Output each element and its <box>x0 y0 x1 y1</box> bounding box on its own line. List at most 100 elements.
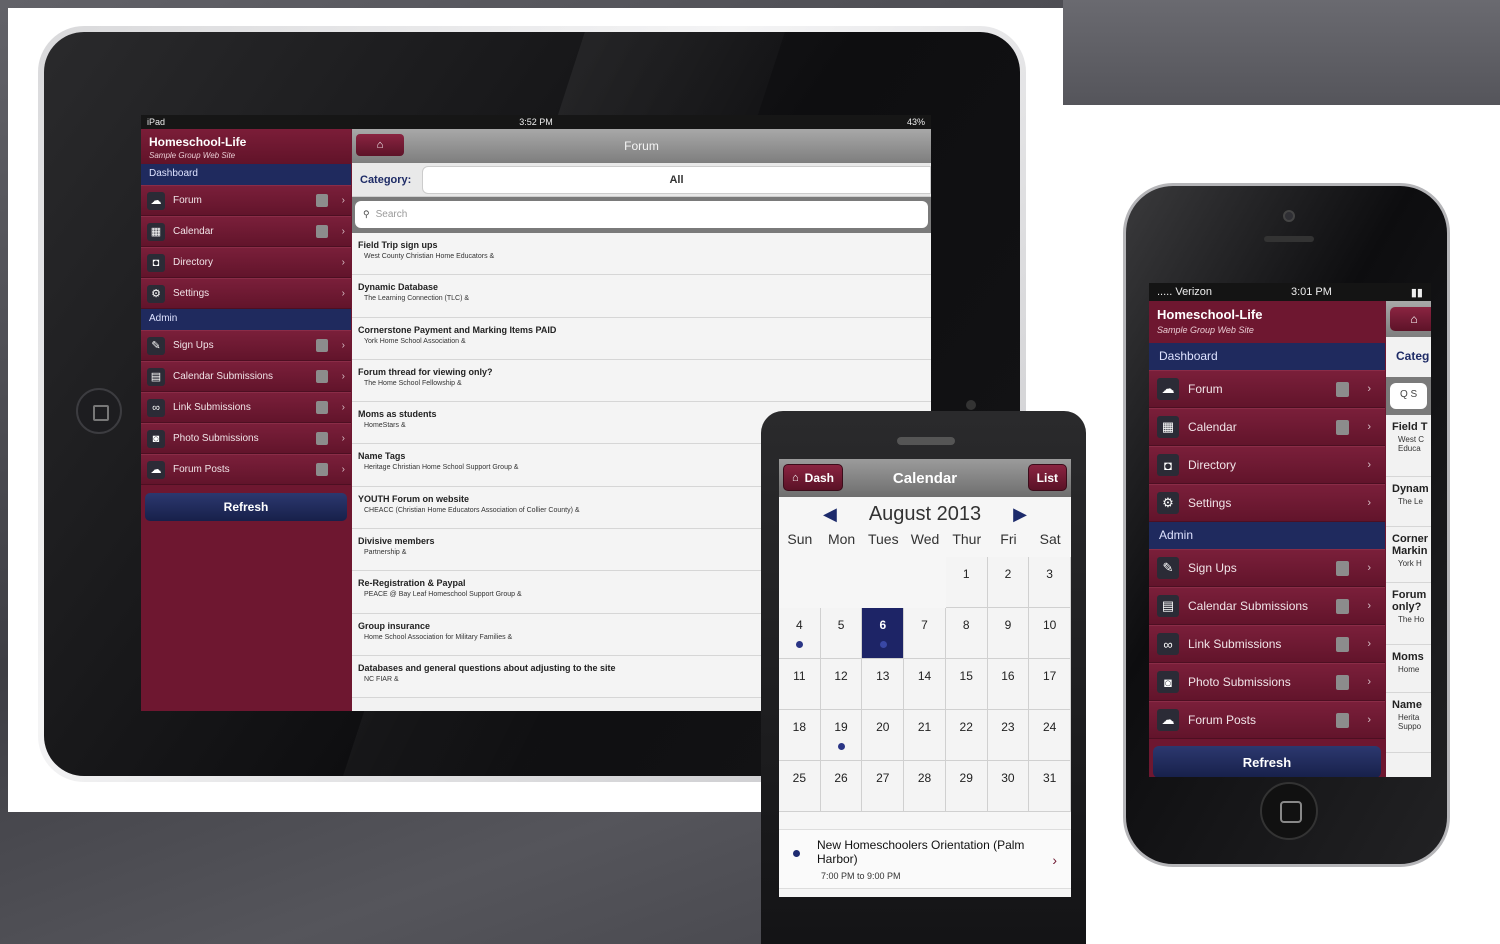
calendar-day-6[interactable]: 6 <box>862 608 905 659</box>
forum-thread-item[interactable]: Dynam The Le <box>1386 477 1431 527</box>
calendar-day-11[interactable]: 11 <box>779 659 821 710</box>
search-input[interactable]: Q S <box>1390 383 1427 409</box>
event-dot-icon <box>838 743 846 750</box>
sidebar-item-label: Settings <box>173 288 210 299</box>
next-month-icon[interactable]: ▶ <box>1013 504 1027 525</box>
calendar-day-29[interactable]: 29 <box>945 761 988 812</box>
day-number: 9 <box>1004 618 1012 632</box>
count-badge <box>315 339 328 352</box>
calendar-day-17[interactable]: 17 <box>1029 659 1071 710</box>
calendar-day-15[interactable]: 15 <box>945 659 988 710</box>
app-subtitle: Sample Group Web Site <box>1157 325 1254 335</box>
calendar-day-28[interactable]: 28 <box>904 761 946 812</box>
prev-month-icon[interactable]: ◀ <box>823 504 837 525</box>
forum-thread-item[interactable]: Forum thread for viewing only? The Home S… <box>352 359 931 403</box>
sidebar-item-photo-submissions[interactable]: ◙ Photo Submissions › <box>1149 663 1385 701</box>
sidebar-item-directory[interactable]: ◘ Directory › <box>141 247 351 278</box>
count-badge <box>1336 712 1350 728</box>
weekday-label: Fri <box>1000 531 1017 547</box>
calendar-day-8[interactable]: 8 <box>945 608 988 659</box>
search-input[interactable]: ⚲ Search <box>355 201 928 228</box>
calendar-day-10[interactable]: 10 <box>1029 608 1071 659</box>
calendar-day-4[interactable]: 4 <box>779 608 821 659</box>
dash-button[interactable]: ⌂ Dash <box>783 464 843 491</box>
sidebar-item-settings[interactable]: ⚙ Settings › <box>141 278 351 309</box>
calendar-day-24[interactable]: 24 <box>1029 710 1071 761</box>
sidebar-item-photo-submissions[interactable]: ◙ Photo Submissions › <box>141 423 351 454</box>
home-button[interactable]: ⌂ <box>1390 307 1431 331</box>
settings-icon: ⚙ <box>147 284 165 303</box>
forum-thread-item[interactable]: Field T West C Educa <box>1386 415 1431 477</box>
status-time: 3:52 PM <box>519 117 553 127</box>
calendar-day-25[interactable]: 25 <box>779 761 821 812</box>
android-speaker <box>897 437 955 445</box>
sidebar-item-directory[interactable]: ◘ Directory › <box>1149 446 1385 484</box>
count-badge <box>315 370 328 383</box>
calendar-day-12[interactable]: 12 <box>820 659 863 710</box>
ipad-home-button[interactable] <box>76 388 122 434</box>
calendar-title: Calendar <box>892 469 958 487</box>
calendar-day-19[interactable]: 19 <box>820 710 863 761</box>
sidebar-item-link-submissions[interactable]: ∞ Link Submissions › <box>1149 625 1385 663</box>
forum-thread-item[interactable]: Moms Home <box>1386 645 1431 693</box>
count-badge <box>315 401 328 414</box>
thread-group: West C Educa <box>1398 435 1425 453</box>
calendar-day-31[interactable]: 31 <box>1029 761 1071 812</box>
forum-thread-item[interactable]: Name Herita Suppo <box>1386 693 1431 753</box>
calendar-day-22[interactable]: 22 <box>945 710 988 761</box>
android-device: ⌂ Dash Calendar List ◀ August 2013 ▶ Sun… <box>761 411 1086 944</box>
home-icon: ⌂ <box>792 471 799 484</box>
weekday-label: Wed <box>910 531 940 547</box>
calendar-day-16[interactable]: 16 <box>987 659 1030 710</box>
forum-thread-item[interactable]: Cornerstone Payment and Marking Items PA… <box>352 317 931 360</box>
calendar-day-2[interactable]: 2 <box>987 557 1030 608</box>
sidebar-item-sign-ups[interactable]: ✎ Sign Ups › <box>1149 549 1385 587</box>
home-button[interactable]: ⌂ <box>356 134 404 156</box>
iphone-home-button[interactable] <box>1260 782 1318 840</box>
calendar-day-14[interactable]: 14 <box>904 659 946 710</box>
calendar-day-3[interactable]: 3 <box>1029 557 1071 608</box>
calendar-day-30[interactable]: 30 <box>987 761 1030 812</box>
forum-thread-item[interactable]: Corner Markin York H <box>1386 527 1431 583</box>
sidebar-item-forum-posts[interactable]: ☁ Forum Posts › <box>141 454 351 485</box>
sidebar-item-settings[interactable]: ⚙ Settings › <box>1149 484 1385 522</box>
category-select[interactable]: All <box>422 165 931 194</box>
sidebar-item-forum-posts[interactable]: ☁ Forum Posts › <box>1149 701 1385 739</box>
calendar-day-9[interactable]: 9 <box>987 608 1030 659</box>
calendar-day-20[interactable]: 20 <box>862 710 905 761</box>
calendar-day-18[interactable]: 18 <box>779 710 821 761</box>
calendar-day-21[interactable]: 21 <box>904 710 946 761</box>
list-button[interactable]: List <box>1027 464 1067 491</box>
forum-thread-item[interactable]: Field Trip sign ups West County Christian… <box>352 233 931 276</box>
day-number: 23 <box>1001 720 1015 734</box>
forum-thread-item[interactable]: Dynamic Database The Learning Connection … <box>352 275 931 318</box>
thread-title: Forum only? <box>1392 589 1427 613</box>
calendar-day-27[interactable]: 27 <box>862 761 905 812</box>
calendar-day-1[interactable]: 1 <box>945 557 988 608</box>
photo-icon: ◙ <box>1157 671 1179 693</box>
refresh-button[interactable]: Refresh <box>145 493 347 521</box>
sidebar-item-sign-ups[interactable]: ✎ Sign Ups › <box>141 330 351 361</box>
sidebar-item-calendar-submissions[interactable]: ▤ Calendar Submissions › <box>1149 587 1385 625</box>
sidebar-item-calendar[interactable]: ▦ Calendar › <box>141 216 351 247</box>
forum-toolbar: ⌂ <box>1386 301 1431 337</box>
sidebar-item-forum[interactable]: ☁ Forum › <box>1149 370 1385 408</box>
sidebar-item-forum[interactable]: ☁ Forum › <box>141 185 351 216</box>
sidebar-item-calendar[interactable]: ▦ Calendar › <box>1149 408 1385 446</box>
refresh-button[interactable]: Refresh <box>1153 746 1381 777</box>
sidebar-item-link-submissions[interactable]: ∞ Link Submissions › <box>141 392 351 423</box>
calendar-day-26[interactable]: 26 <box>820 761 863 812</box>
event-item[interactable]: New Homeschoolers Orientation (Palm Harb… <box>779 829 1071 889</box>
sidebar-section-header: Admin <box>1149 522 1385 549</box>
signups-icon: ✎ <box>147 336 165 355</box>
status-device: iPad <box>147 117 166 127</box>
forum-thread-item[interactable]: Forum only? The Ho <box>1386 583 1431 645</box>
calendar-day-5[interactable]: 5 <box>820 608 863 659</box>
chevron-right-icon: › <box>1367 497 1371 509</box>
chevron-right-icon: › <box>341 195 345 206</box>
calendar-day-23[interactable]: 23 <box>987 710 1030 761</box>
iphone-device: ..... Verizon 3:01 PM ▮▮ Homeschool-Life… <box>1123 183 1450 867</box>
calendar-day-7[interactable]: 7 <box>904 608 946 659</box>
sidebar-item-calendar-submissions[interactable]: ▤ Calendar Submissions › <box>141 361 351 392</box>
calendar-day-13[interactable]: 13 <box>862 659 905 710</box>
